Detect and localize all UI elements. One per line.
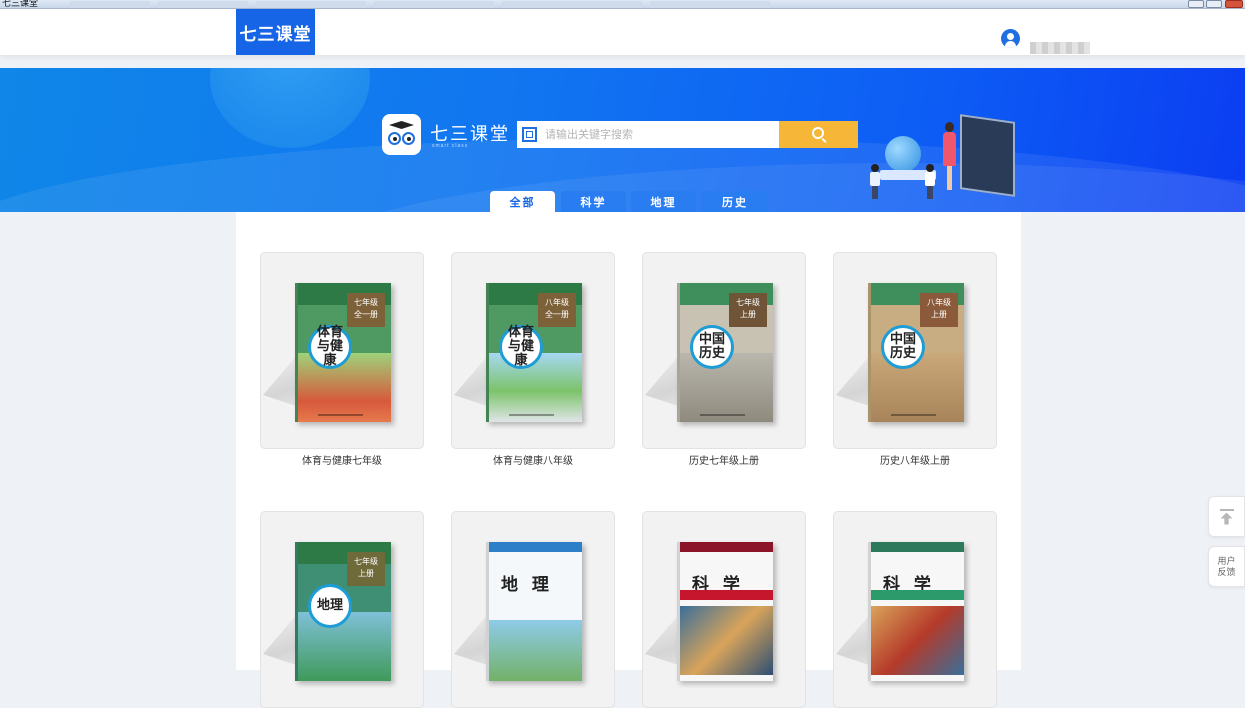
book-card[interactable]: 七年级上册 地理 <box>260 511 424 708</box>
browser-tab[interactable] <box>650 1 770 8</box>
feedback-label: 用户反馈 <box>1217 555 1236 577</box>
book-cover-title: 体育与健康 <box>499 325 543 369</box>
decor-circle <box>210 68 370 148</box>
book-grade: 八年级 <box>927 298 951 307</box>
tab-history[interactable]: 历史 <box>702 191 768 212</box>
book-cover-title: 地理 <box>308 584 352 628</box>
tab-all[interactable]: 全部 <box>490 191 555 212</box>
search-bar <box>517 121 858 148</box>
maximize-button[interactable] <box>1206 0 1222 8</box>
book-grade: 七年级 <box>736 298 760 307</box>
browser-tab[interactable] <box>256 1 366 8</box>
book-cover-title: 中国历史 <box>690 325 734 369</box>
tab-science[interactable]: 科学 <box>561 191 626 212</box>
book-grid: 七年级 全一册 体育与健康 体育与健康七年级 八年级 全一册 体育与健康 体育与健康… <box>236 212 1021 708</box>
feedback-button[interactable]: 用户反馈 <box>1208 546 1245 587</box>
book-card[interactable]: 科 学 <box>833 511 997 708</box>
classroom-illustration <box>855 108 1035 212</box>
book-card[interactable]: 八年级上册 中国历史 历史八年级上册 <box>833 252 997 467</box>
os-title-bar: 七三课堂 <box>0 0 1245 9</box>
book-volume: 全一册 <box>545 310 569 319</box>
book-grade: 八年级 <box>545 298 569 307</box>
book-grade: 七年级 <box>354 298 378 307</box>
book-card[interactable]: 七年级全一册 体育与健康 体育与健康七年级 <box>260 252 424 467</box>
book-title[interactable]: 历史八年级上册 <box>833 452 997 467</box>
site-logo[interactable]: 七三课堂 <box>236 9 315 55</box>
book-grade: 七年级 <box>354 557 378 566</box>
book-title[interactable]: 体育与健康八年级 <box>451 452 615 467</box>
book-cover-title: 体育与健康 <box>308 325 352 369</box>
search-button[interactable] <box>779 121 858 148</box>
book-card[interactable]: 地 理 <box>451 511 615 708</box>
book-volume: 上册 <box>358 569 374 578</box>
browser-tab[interactable] <box>374 1 494 8</box>
window-title: 七三课堂 <box>2 0 39 8</box>
close-button[interactable] <box>1225 0 1243 8</box>
book-volume: 上册 <box>931 310 947 319</box>
browser-tabs <box>70 1 1170 8</box>
browser-tab[interactable] <box>158 1 248 8</box>
book-cover-title: 中国历史 <box>881 325 925 369</box>
book-title[interactable]: 体育与健康七年级 <box>260 452 424 467</box>
book-card[interactable]: 八年级全一册 体育与健康 体育与健康八年级 <box>451 252 615 467</box>
brand-subtitle: smart class <box>432 143 469 149</box>
user-name-redacted[interactable] <box>1030 42 1090 54</box>
back-to-top-icon <box>1219 508 1234 525</box>
minimize-button[interactable] <box>1188 0 1204 8</box>
search-icon <box>812 127 824 139</box>
scan-icon[interactable] <box>522 127 537 142</box>
book-title[interactable]: 历史七年级上册 <box>642 452 806 467</box>
search-input[interactable] <box>545 121 778 148</box>
book-card[interactable]: 科 学 <box>642 511 806 708</box>
book-cover-title: 地 理 <box>501 575 553 595</box>
back-to-top-button[interactable] <box>1208 496 1245 537</box>
book-card[interactable]: 七年级上册 中国历史 历史七年级上册 <box>642 252 806 467</box>
top-header: 七三课堂 <box>0 9 1245 55</box>
browser-tab[interactable] <box>70 1 150 8</box>
book-volume: 全一册 <box>354 310 378 319</box>
tab-geography[interactable]: 地理 <box>631 191 696 212</box>
browser-tab[interactable] <box>502 1 642 8</box>
user-icon[interactable] <box>1001 29 1020 48</box>
book-volume: 上册 <box>740 310 756 319</box>
owl-logo-icon <box>382 114 421 155</box>
